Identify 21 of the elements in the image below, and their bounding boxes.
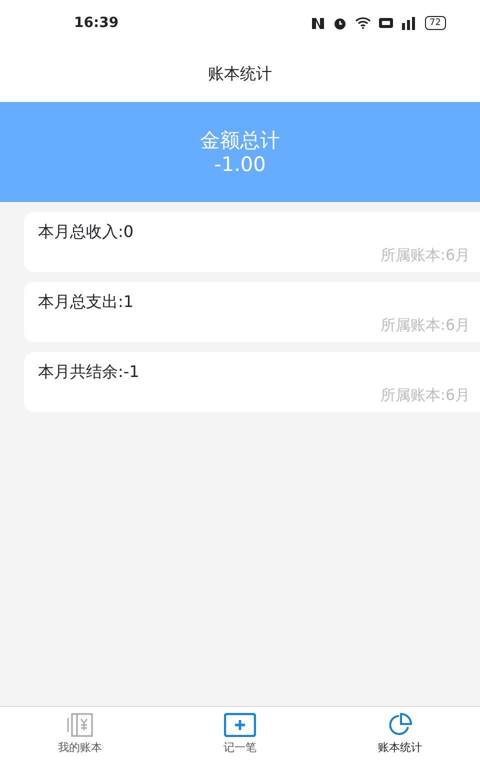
signal-icon bbox=[400, 16, 417, 30]
battery-indicator: 72 bbox=[424, 16, 446, 30]
summary-label: 金额总计 bbox=[200, 128, 280, 152]
nav-tab[interactable]: 记一笔 bbox=[160, 707, 320, 764]
nfc-icon bbox=[310, 16, 325, 30]
add-icon bbox=[224, 713, 256, 737]
entry-text: 本月总支出:1 bbox=[38, 291, 134, 313]
nav-tab[interactable]: 我的账本 bbox=[0, 707, 160, 764]
book-label: 所属账本:6月 bbox=[380, 315, 470, 336]
nav-tab[interactable]: 账本统计 bbox=[320, 707, 480, 764]
wifi-icon bbox=[354, 17, 371, 29]
summary-amount: -1.00 bbox=[214, 152, 266, 176]
hd-icon bbox=[378, 18, 393, 28]
clock: 16:39 bbox=[74, 14, 119, 32]
alarm-icon bbox=[332, 16, 347, 30]
entry-text: 本月总收入:0 bbox=[38, 221, 134, 243]
book-label: 所属账本:6月 bbox=[380, 385, 470, 406]
book-label: 所属账本:6月 bbox=[380, 245, 470, 266]
page-title: 账本统计 bbox=[208, 63, 272, 85]
ledger-icon bbox=[66, 713, 94, 737]
entry-text: 本月共结余:-1 bbox=[38, 361, 140, 383]
